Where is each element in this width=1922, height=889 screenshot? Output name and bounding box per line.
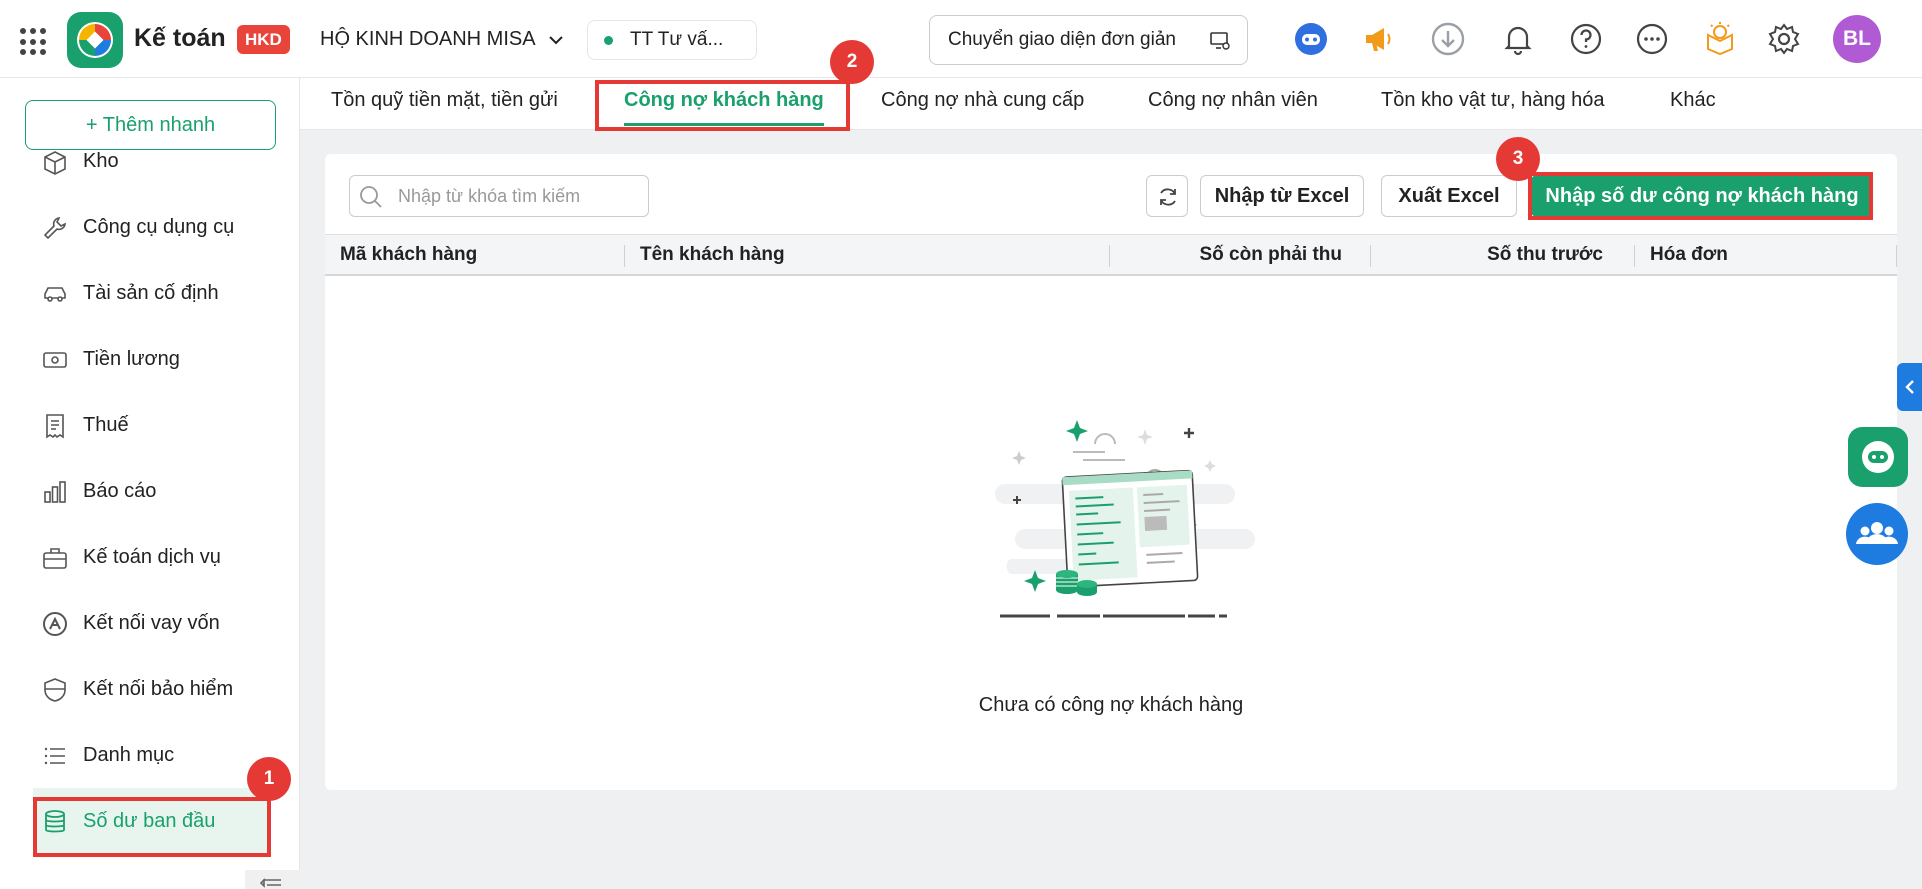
sidebar-item-kho[interactable]: Kho <box>0 150 299 194</box>
sidebar-item-label: Thuế <box>83 414 129 436</box>
col-hoa-don[interactable]: Hóa đơn <box>1650 235 1728 275</box>
side-panel-toggle[interactable] <box>1897 363 1922 411</box>
tab-cong-no-nha-cung-cap[interactable]: Công nợ nhà cung cấp <box>881 78 1084 130</box>
group-icon <box>1856 522 1898 544</box>
table-header: Mã khách hàng Tên khách hàng Số còn phải… <box>325 234 1897 276</box>
tab-cong-no-nhan-vien[interactable]: Công nợ nhân viên <box>1148 78 1318 130</box>
sidebar-item-ket-noi-vay-von[interactable]: Kết nối vay vốn <box>0 590 299 656</box>
search-placeholder: Nhập từ khóa tìm kiếm <box>398 186 581 206</box>
step-badge-2: 2 <box>830 40 874 84</box>
sidebar-item-label: Báo cáo <box>83 480 157 502</box>
export-excel-button[interactable]: Xuất Excel <box>1381 175 1517 217</box>
shield-icon <box>44 678 66 702</box>
search-icon <box>360 186 382 208</box>
refresh-icon <box>1160 188 1176 206</box>
wrench-icon <box>43 217 66 240</box>
step-badge-1: 1 <box>247 757 291 801</box>
tab-ton-kho[interactable]: Tồn kho vật tư, hàng hóa <box>1381 78 1605 130</box>
money-icon <box>43 352 67 368</box>
car-icon <box>44 287 66 302</box>
sidebar-item-thue[interactable]: Thuế <box>0 392 299 458</box>
sidebar-item-ket-noi-bao-hiem[interactable]: Kết nối bảo hiểm <box>0 656 299 722</box>
sidebar-item-label: Tiền lương <box>83 348 180 370</box>
chatbot-icon <box>1862 441 1894 473</box>
app-name: Kế toán <box>134 24 226 52</box>
loan-icon <box>43 612 67 636</box>
col-ma-khach-hang[interactable]: Mã khách hàng <box>340 235 477 275</box>
main-panel: Nhập từ khóa tìm kiếm Nhập từ Excel Xuất… <box>325 154 1897 790</box>
col-so-thu-truoc[interactable]: Số thu trước <box>1385 235 1603 275</box>
sidebar-item-label: Kết nối vay vốn <box>83 612 220 634</box>
chatbot-button[interactable] <box>1848 427 1908 487</box>
tab-ton-quy[interactable]: Tồn quỹ tiền mặt, tiền gửi <box>331 78 558 130</box>
app-logo[interactable] <box>67 12 123 68</box>
search-input[interactable]: Nhập từ khóa tìm kiếm <box>349 175 649 217</box>
column-divider[interactable] <box>1634 245 1635 267</box>
avatar[interactable]: BL <box>1833 15 1881 63</box>
sidebar-item-cong-cu-dung-cu[interactable]: Công cụ dụng cụ <box>0 194 299 260</box>
col-so-con-phai-thu[interactable]: Số còn phải thu <box>1125 235 1343 275</box>
briefcase-icon <box>43 548 67 569</box>
highlight-box-step-2 <box>595 80 850 131</box>
bar-chart-icon <box>44 481 66 503</box>
sidebar-item-tai-san-co-dinh[interactable]: Tài sản cố định <box>0 260 299 326</box>
refresh-button[interactable] <box>1146 175 1188 217</box>
column-divider[interactable] <box>1109 245 1110 267</box>
empty-state-message: Chưa có công nợ khách hàng <box>978 694 1244 716</box>
sidebar-item-ke-toan-dich-vu[interactable]: Kế toán dịch vụ <box>0 524 299 590</box>
download-icon[interactable] <box>1430 21 1466 57</box>
chevron-down-icon[interactable] <box>546 30 566 50</box>
tab-khac[interactable]: Khác <box>1670 78 1716 130</box>
company-selector[interactable]: HỘ KINH DOANH MISA <box>320 28 536 51</box>
gear-icon[interactable] <box>1766 21 1802 57</box>
bell-icon[interactable] <box>1500 21 1536 57</box>
chevron-left-icon <box>1905 380 1914 394</box>
sidebar-item-label: Tài sản cố định <box>83 282 219 304</box>
branch-label: TT Tư vấ... <box>630 29 724 50</box>
sidebar-item-tien-luong[interactable]: Tiền lương <box>0 326 299 392</box>
monitor-settings-icon <box>1210 32 1230 50</box>
collapse-icon <box>259 878 281 888</box>
collapse-sidebar-button[interactable] <box>245 870 300 889</box>
top-header: Kế toán HKD HỘ KINH DOANH MISA TT Tư vấ.… <box>0 0 1922 78</box>
more-icon[interactable] <box>1634 21 1670 57</box>
apps-grid-icon[interactable] <box>20 28 48 56</box>
column-divider[interactable] <box>624 245 625 267</box>
step-badge-3: 3 <box>1496 137 1540 181</box>
megaphone-icon[interactable] <box>1360 21 1396 57</box>
column-divider[interactable] <box>1370 245 1371 267</box>
empty-state-illustration <box>995 420 1255 618</box>
sidebar-menu: Kho Công cụ dụng cụ Tài sản cố định Tiền… <box>0 150 299 854</box>
switch-ui-label: Chuyển giao diện đơn giản <box>948 29 1176 50</box>
sidebar-item-label: Kế toán dịch vụ <box>83 546 221 568</box>
sidebar-item-bao-cao[interactable]: Báo cáo <box>0 458 299 524</box>
sidebar-item-label: Danh mục <box>83 744 175 766</box>
app-badge: HKD <box>237 25 290 54</box>
column-divider <box>1896 245 1897 267</box>
community-button[interactable] <box>1846 503 1908 565</box>
status-dot <box>604 36 613 45</box>
quick-add-button[interactable]: + Thêm nhanh <box>25 100 276 150</box>
sidebar-item-label: Công cụ dụng cụ <box>83 216 235 238</box>
receipt-icon <box>46 414 64 439</box>
tab-bar: Tồn quỹ tiền mặt, tiền gửi Công nợ khách… <box>300 78 1922 130</box>
highlight-box-step-3 <box>1528 172 1873 220</box>
idea-icon[interactable] <box>1702 21 1738 57</box>
list-icon <box>44 747 65 765</box>
help-icon[interactable] <box>1568 21 1604 57</box>
col-ten-khach-hang[interactable]: Tên khách hàng <box>640 235 785 275</box>
warehouse-icon <box>44 151 66 175</box>
highlight-box-step-1 <box>33 797 271 857</box>
branch-selector[interactable]: TT Tư vấ... <box>587 20 757 60</box>
sidebar-item-label: Kết nối bảo hiểm <box>83 678 234 700</box>
import-excel-button[interactable]: Nhập từ Excel <box>1200 175 1364 217</box>
sidebar-item-label: Kho <box>83 150 119 172</box>
switch-simple-ui-button[interactable]: Chuyển giao diện đơn giản <box>929 15 1248 65</box>
misa-assistant-icon[interactable] <box>1293 21 1329 57</box>
